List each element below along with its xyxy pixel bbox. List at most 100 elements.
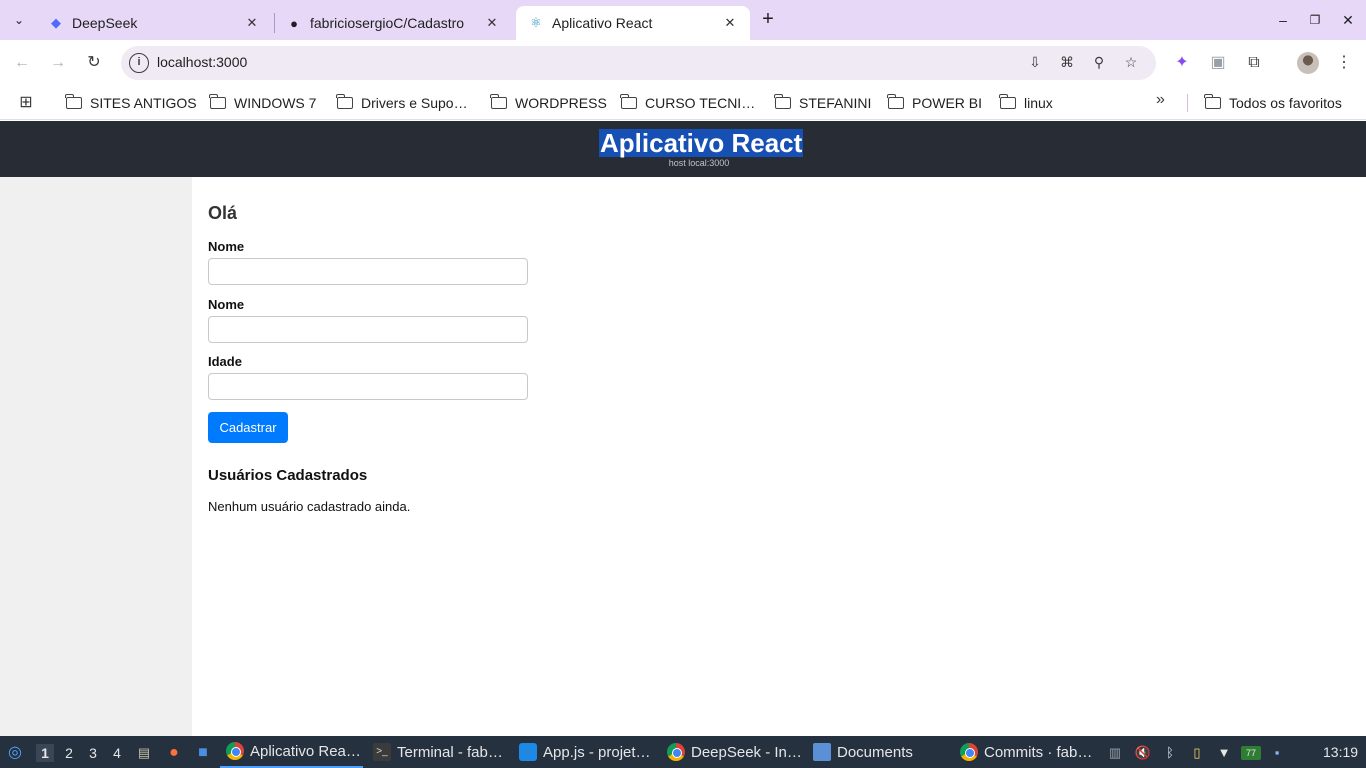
bookmark-folder[interactable]: SITES ANTIGOS xyxy=(65,90,197,116)
install-app-icon[interactable]: ⇩ xyxy=(1025,54,1045,72)
workspace-1[interactable]: 1 xyxy=(36,744,54,762)
tab-title: Aplicativo React xyxy=(552,15,653,31)
back-arrow-icon[interactable]: ← xyxy=(10,51,34,75)
reload-icon[interactable]: ↻ xyxy=(82,51,106,75)
taskbar-window-deepseek[interactable]: DeepSeek - In… xyxy=(667,736,807,768)
nome-input[interactable] xyxy=(208,258,528,285)
bookmark-folder[interactable]: WINDOWS 7 xyxy=(209,90,317,116)
folder-icon xyxy=(209,94,226,109)
nome-input-2[interactable] xyxy=(208,316,528,343)
vscode-icon xyxy=(519,743,537,761)
bookmark-label: WORDPRESS xyxy=(515,95,607,111)
taskbar-window-terminal[interactable]: >_ Terminal - fab… xyxy=(373,736,513,768)
file-manager-icon[interactable]: ▤ xyxy=(135,744,153,762)
close-icon[interactable]: ✕ xyxy=(722,15,738,31)
taskbar-window-documents[interactable]: Documents xyxy=(813,736,953,768)
address-bar[interactable]: i localhost:3000 ⇩ ⌘ ⚲ ☆ xyxy=(121,46,1156,80)
clipboard-indicator-icon[interactable]: ▥ xyxy=(1106,744,1124,762)
react-icon: ⚛ xyxy=(530,15,542,30)
bookmark-label: CURSO TECNI… xyxy=(645,95,756,111)
extensions-puzzle-icon[interactable]: ⧉ xyxy=(1242,51,1266,75)
bookmark-label: WINDOWS 7 xyxy=(234,95,317,111)
wifi-icon[interactable]: ▼ xyxy=(1215,744,1233,762)
taskbar-window-aplicativo-react[interactable]: Aplicativo Rea… xyxy=(220,736,363,768)
bookmark-folder[interactable]: linux xyxy=(999,90,1053,116)
workspace-4[interactable]: 4 xyxy=(108,744,126,762)
bookmark-folder[interactable]: Drivers e Supo… xyxy=(336,90,468,116)
extension-gemini-icon[interactable]: ✦ xyxy=(1170,51,1194,75)
github-icon: ● xyxy=(290,15,298,31)
taskbar-window-title: App.js - projet… xyxy=(543,743,651,761)
bookmark-label: SITES ANTIGOS xyxy=(90,95,197,111)
notes-icon[interactable]: ▯ xyxy=(1188,744,1206,762)
minimize-button[interactable]: – xyxy=(1271,8,1295,32)
zoom-icon[interactable]: ⚲ xyxy=(1089,54,1109,72)
tab-search-button[interactable]: ⌄ xyxy=(6,8,32,32)
forward-arrow-icon[interactable]: → xyxy=(46,51,70,75)
bookmark-folder[interactable]: STEFANINI xyxy=(774,90,872,116)
tab-aplicativo-react[interactable]: ⚛ Aplicativo React ✕ xyxy=(516,6,750,40)
taskbar-window-commits[interactable]: Commits · fab… xyxy=(960,736,1100,768)
users-heading: Usuários Cadastrados xyxy=(208,467,368,484)
translate-icon[interactable]: ⌘ xyxy=(1057,54,1077,72)
bookmark-folder[interactable]: POWER BI xyxy=(887,90,982,116)
tab-deepseek[interactable]: ◆ DeepSeek ✕ xyxy=(36,6,272,40)
start-menu-icon[interactable]: ◎ xyxy=(6,744,24,762)
apps-grid-icon[interactable]: ⊞ xyxy=(17,92,35,111)
cadastrar-button[interactable]: Cadastrar xyxy=(208,412,288,443)
tab-github[interactable]: ● fabriciosergioC/Cadastro ✕ xyxy=(274,6,512,40)
firefox-icon[interactable]: ● xyxy=(165,744,183,762)
terminal-icon: >_ xyxy=(373,743,391,761)
chrome-icon xyxy=(960,743,978,761)
more-bookmarks-icon[interactable]: » xyxy=(1156,91,1165,109)
folder-icon xyxy=(490,94,507,109)
deepseek-whale-icon: ◆ xyxy=(51,15,61,30)
bookmark-folder[interactable]: WORDPRESS xyxy=(490,90,607,116)
desktop-icon[interactable]: ■ xyxy=(194,744,212,762)
folder-icon xyxy=(1204,94,1221,109)
url-text[interactable]: localhost:3000 xyxy=(157,54,247,70)
idade-input[interactable] xyxy=(208,373,528,400)
bookmark-label: STEFANINI xyxy=(799,95,872,111)
taskbar-window-title: Commits · fab… xyxy=(984,743,1093,761)
menu-kebab-icon[interactable]: ⋮ xyxy=(1332,51,1356,75)
tab-title: DeepSeek xyxy=(72,15,138,31)
site-info-icon[interactable]: i xyxy=(129,53,149,73)
taskbar-window-title: Terminal - fab… xyxy=(397,743,503,761)
taskbar-window-title: DeepSeek - In… xyxy=(691,743,802,761)
taskbar-window-title: Aplicativo Rea… xyxy=(250,742,361,760)
taskbar-window-vscode[interactable]: App.js - projet… xyxy=(519,736,659,768)
bookmark-folder[interactable]: CURSO TECNI… xyxy=(620,90,756,116)
profile-avatar[interactable] xyxy=(1297,52,1319,74)
chrome-icon xyxy=(226,742,244,760)
volume-muted-icon[interactable]: 🔇 xyxy=(1134,744,1152,762)
field-label-nome-2: Nome xyxy=(208,297,245,312)
chrome-icon xyxy=(667,743,685,761)
folder-icon xyxy=(774,94,791,109)
browser-toolbar: ← → ↻ i localhost:3000 ⇩ ⌘ ⚲ ☆ ✦ ▣ ⧉ ⋮ xyxy=(0,40,1366,86)
extension-message-icon[interactable]: ▣ xyxy=(1206,51,1230,75)
taskbar-window-title: Documents xyxy=(837,743,913,761)
app-subtitle: host local:3000 xyxy=(668,158,730,168)
close-icon[interactable]: ✕ xyxy=(484,15,500,31)
new-tab-button[interactable]: + xyxy=(756,8,780,32)
workspace-3[interactable]: 3 xyxy=(84,744,102,762)
all-bookmarks-folder[interactable]: Todos os favoritos xyxy=(1204,90,1342,116)
battery-icon[interactable]: 77 xyxy=(1241,746,1261,760)
clock[interactable]: 13:19 xyxy=(1323,744,1358,760)
app-header: Aplicativo React host local:3000 xyxy=(0,121,1366,177)
window-close-button[interactable]: ✕ xyxy=(1336,8,1360,32)
workspace-2[interactable]: 2 xyxy=(60,744,78,762)
close-icon[interactable]: ✕ xyxy=(244,15,260,31)
bookmark-label: Drivers e Supo… xyxy=(361,95,468,111)
app-main: Olá Nome Nome Idade Cadastrar Usuários C… xyxy=(192,177,1366,736)
bluetooth-icon[interactable]: ᛒ xyxy=(1161,744,1179,762)
empty-users-message: Nenhum usuário cadastrado ainda. xyxy=(208,499,411,514)
notification-icon[interactable]: ▪ xyxy=(1268,744,1286,762)
os-taskbar: ◎ 1 2 3 4 ▤ ● ■ Aplicativo Rea… >_ Termi… xyxy=(0,736,1366,768)
bookmark-star-icon[interactable]: ☆ xyxy=(1121,54,1141,72)
tab-title: fabriciosergioC/Cadastro xyxy=(310,15,465,31)
folder-icon xyxy=(813,743,831,761)
restore-button[interactable]: ❐ xyxy=(1303,8,1327,32)
folder-icon xyxy=(65,94,82,109)
